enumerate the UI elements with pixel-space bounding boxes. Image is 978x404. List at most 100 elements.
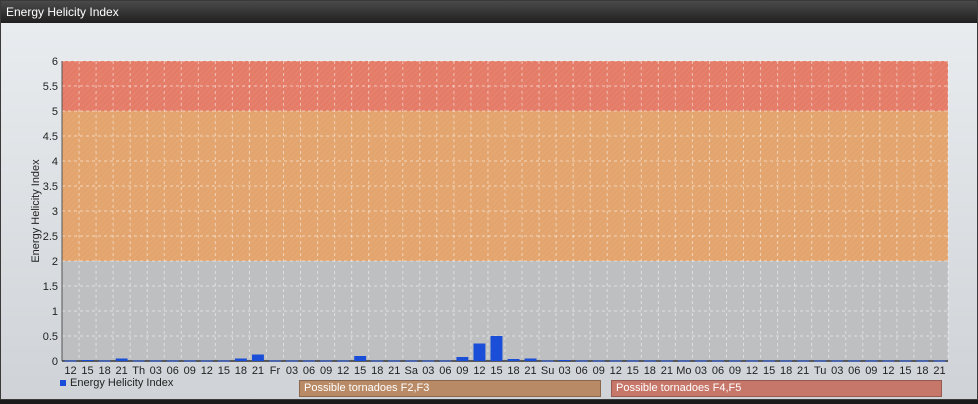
x-tick-label: Su bbox=[541, 365, 554, 377]
data-bar[interactable] bbox=[712, 360, 724, 362]
data-bar[interactable] bbox=[320, 360, 333, 362]
data-bar[interactable] bbox=[303, 360, 316, 362]
x-tick-label: 21 bbox=[116, 365, 128, 377]
legend[interactable]: Energy Helicity Index bbox=[60, 377, 173, 389]
data-bar[interactable] bbox=[354, 356, 367, 361]
x-tick-label: 18 bbox=[916, 365, 928, 377]
data-bar[interactable] bbox=[98, 360, 111, 362]
data-bar[interactable] bbox=[269, 360, 281, 362]
x-tick-label: 15 bbox=[763, 365, 775, 377]
x-tick-label: 09 bbox=[865, 365, 877, 377]
data-bar[interactable] bbox=[251, 354, 264, 362]
data-bar[interactable] bbox=[371, 360, 384, 362]
x-tick-label: Mo bbox=[676, 365, 691, 377]
x-tick-label: 03 bbox=[422, 365, 434, 377]
chart-widget: Energy Helicity Index 0 0.5 1 1.5 2 2.5 3 3.5 4 4… bbox=[0, 0, 978, 400]
data-bar[interactable] bbox=[115, 358, 128, 362]
x-tick-label: 12 bbox=[201, 365, 213, 377]
data-bar[interactable] bbox=[439, 360, 452, 362]
data-bar[interactable] bbox=[780, 360, 793, 362]
data-bar[interactable] bbox=[746, 360, 759, 362]
y-tick-label: 2.5 bbox=[43, 231, 58, 243]
data-bar[interactable] bbox=[132, 360, 145, 362]
x-tick-label: Fr bbox=[270, 365, 281, 377]
data-bar[interactable] bbox=[763, 360, 776, 362]
data-bar[interactable] bbox=[660, 360, 673, 362]
x-tick-label: 15 bbox=[218, 365, 230, 377]
data-bar[interactable] bbox=[286, 360, 298, 362]
data-bar[interactable] bbox=[729, 360, 741, 362]
data-bar[interactable] bbox=[609, 360, 622, 362]
x-tick-label: 06 bbox=[848, 365, 860, 377]
y-tick-label: 2 bbox=[52, 256, 58, 268]
x-tick-label: 03 bbox=[286, 365, 298, 377]
x-tick-label: 06 bbox=[303, 365, 315, 377]
x-tick-label: 12 bbox=[882, 365, 894, 377]
y-tick-label: 3 bbox=[52, 206, 58, 218]
data-bar[interactable] bbox=[405, 360, 418, 362]
x-tick-label: 06 bbox=[712, 365, 724, 377]
data-bar[interactable] bbox=[337, 360, 350, 362]
data-bar[interactable] bbox=[694, 360, 707, 362]
data-bar[interactable] bbox=[814, 360, 827, 362]
data-bar[interactable] bbox=[388, 360, 401, 362]
data-bar[interactable] bbox=[64, 360, 77, 362]
band-label-f2-f3: Possible tornadoes F2,F3 bbox=[299, 380, 601, 397]
data-bar[interactable] bbox=[166, 360, 179, 362]
data-bar[interactable] bbox=[865, 360, 878, 362]
x-tick-label: 09 bbox=[320, 365, 332, 377]
data-bar[interactable] bbox=[558, 360, 571, 361]
data-bar[interactable] bbox=[217, 360, 230, 362]
x-tick-label: 15 bbox=[899, 365, 911, 377]
x-tick-label: 15 bbox=[81, 365, 93, 377]
x-tick-label: Th bbox=[132, 365, 145, 377]
data-bar[interactable] bbox=[575, 360, 588, 362]
data-bar[interactable] bbox=[490, 336, 503, 361]
y-tick-label: 5 bbox=[52, 106, 58, 118]
x-tick-label: 15 bbox=[627, 365, 639, 377]
data-bar[interactable] bbox=[456, 357, 469, 361]
y-tick-label: 0 bbox=[52, 356, 58, 368]
x-tick-label: Tu bbox=[814, 365, 826, 377]
x-tick-label: 03 bbox=[831, 365, 843, 377]
data-bar[interactable] bbox=[81, 360, 94, 361]
data-bar[interactable] bbox=[149, 360, 162, 362]
data-bar[interactable] bbox=[677, 360, 690, 362]
ehi-chart: 0 0.5 1 1.5 2 2.5 3 3.5 4 4.5 5 5.5 6 12 15 18 21 Th 03 06 0… bbox=[30, 56, 949, 377]
data-bar[interactable] bbox=[183, 360, 196, 362]
x-tick-label: Sa bbox=[405, 365, 419, 377]
data-bar[interactable] bbox=[797, 360, 810, 362]
x-tick-label: 09 bbox=[729, 365, 741, 377]
y-tick-label: 1 bbox=[52, 306, 58, 318]
data-bar[interactable] bbox=[473, 343, 486, 362]
data-bar[interactable] bbox=[848, 360, 861, 362]
data-bar[interactable] bbox=[916, 360, 929, 362]
data-bar[interactable] bbox=[422, 360, 435, 362]
y-tick-label: 4 bbox=[52, 156, 58, 168]
data-bar[interactable] bbox=[626, 360, 639, 362]
data-bar[interactable] bbox=[592, 360, 605, 362]
x-tick-label: 12 bbox=[337, 365, 349, 377]
x-tick-label: 18 bbox=[371, 365, 383, 377]
y-axis-label: Energy Helicity Index bbox=[30, 159, 42, 263]
x-tick-label: 09 bbox=[184, 365, 196, 377]
x-tick-label: 09 bbox=[456, 365, 468, 377]
x-tick-label: 12 bbox=[64, 365, 76, 377]
data-bar[interactable] bbox=[200, 360, 213, 362]
data-bar[interactable] bbox=[933, 360, 946, 362]
x-tick-label: 21 bbox=[933, 365, 945, 377]
x-tick-label: 15 bbox=[490, 365, 502, 377]
data-bar[interactable] bbox=[541, 360, 554, 362]
y-tick-label: 0.5 bbox=[43, 331, 58, 343]
data-bar[interactable] bbox=[831, 360, 844, 362]
data-bar[interactable] bbox=[524, 358, 537, 362]
data-bar[interactable] bbox=[234, 358, 247, 362]
y-tick-label: 4.5 bbox=[43, 131, 58, 143]
x-tick-label: 12 bbox=[473, 365, 485, 377]
x-tick-label: 12 bbox=[746, 365, 758, 377]
data-bar[interactable] bbox=[882, 360, 895, 362]
data-bar[interactable] bbox=[643, 360, 656, 362]
x-tick-label: 18 bbox=[235, 365, 247, 377]
data-bar[interactable] bbox=[507, 359, 520, 361]
data-bar[interactable] bbox=[899, 360, 912, 362]
